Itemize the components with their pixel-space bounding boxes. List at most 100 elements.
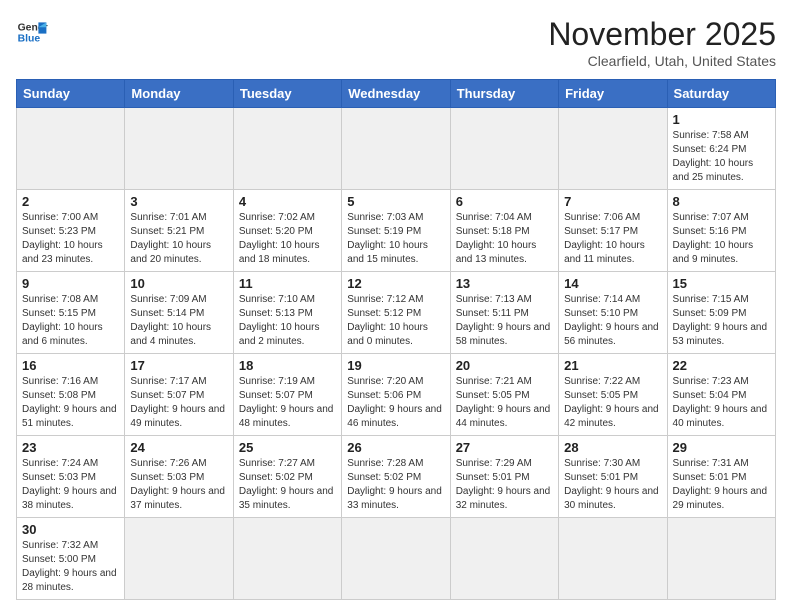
day-number: 18 xyxy=(239,358,336,373)
day-info: Sunrise: 7:15 AM Sunset: 5:09 PM Dayligh… xyxy=(673,293,770,349)
calendar-week-row: 1 Sunrise: 7:58 AM Sunset: 6:24 PM Daylig… xyxy=(17,108,776,190)
day-info: Sunrise: 7:28 AM Sunset: 5:02 PM Dayligh… xyxy=(347,457,444,513)
calendar-subtitle: Clearfield, Utah, United States xyxy=(548,53,776,69)
calendar-cell: 8 Sunrise: 7:07 AM Sunset: 5:16 PM Daylig… xyxy=(667,190,775,272)
calendar-cell: 28Sunrise: 7:30 AM Sunset: 5:01 PM Dayli… xyxy=(559,436,667,518)
calendar-cell: 10 Sunrise: 7:09 AM Sunset: 5:14 PM Dayli… xyxy=(125,272,233,354)
day-number: 27 xyxy=(456,440,553,455)
calendar-cell: 5Sunrise: 7:03 AM Sunset: 5:19 PM Daylig… xyxy=(342,190,450,272)
day-info: Sunrise: 7:07 AM Sunset: 5:16 PM Dayligh… xyxy=(673,211,770,267)
calendar-week-row: 30 Sunrise: 7:32 AM Sunset: 5:00 PM Dayli… xyxy=(17,518,776,600)
day-number: 30 xyxy=(22,522,119,537)
calendar-title: November 2025 xyxy=(548,16,776,53)
day-number: 14 xyxy=(564,276,661,291)
calendar-cell xyxy=(450,108,558,190)
day-number: 29 xyxy=(673,440,770,455)
calendar-week-row: 23 Sunrise: 7:24 AM Sunset: 5:03 PM Dayli… xyxy=(17,436,776,518)
day-number: 1 xyxy=(673,112,770,127)
day-info: Sunrise: 7:31 AM Sunset: 5:01 PM Dayligh… xyxy=(673,457,770,513)
day-info: Sunrise: 7:27 AM Sunset: 5:02 PM Dayligh… xyxy=(239,457,336,513)
day-number: 6 xyxy=(456,194,553,209)
day-number: 25 xyxy=(239,440,336,455)
calendar-cell: 1 Sunrise: 7:58 AM Sunset: 6:24 PM Daylig… xyxy=(667,108,775,190)
calendar-cell: 22 Sunrise: 7:23 AM Sunset: 5:04 PM Dayli… xyxy=(667,354,775,436)
calendar-header-row: SundayMondayTuesdayWednesdayThursdayFrid… xyxy=(17,80,776,108)
calendar-cell: 2 Sunrise: 7:00 AM Sunset: 5:23 PM Daylig… xyxy=(17,190,125,272)
day-info: Sunrise: 7:02 AM Sunset: 5:20 PM Dayligh… xyxy=(239,211,336,267)
day-info: Sunrise: 7:08 AM Sunset: 5:15 PM Dayligh… xyxy=(22,293,119,349)
day-info: Sunrise: 7:26 AM Sunset: 5:03 PM Dayligh… xyxy=(130,457,227,513)
calendar-cell: 26 Sunrise: 7:28 AM Sunset: 5:02 PM Dayli… xyxy=(342,436,450,518)
calendar-cell: 12Sunrise: 7:12 AM Sunset: 5:12 PM Dayli… xyxy=(342,272,450,354)
calendar-cell xyxy=(450,518,558,600)
calendar-week-row: 16Sunrise: 7:16 AM Sunset: 5:08 PM Dayli… xyxy=(17,354,776,436)
day-info: Sunrise: 7:06 AM Sunset: 5:17 PM Dayligh… xyxy=(564,211,661,267)
day-number: 26 xyxy=(347,440,444,455)
day-info: Sunrise: 7:19 AM Sunset: 5:07 PM Dayligh… xyxy=(239,375,336,431)
day-number: 24 xyxy=(130,440,227,455)
calendar-cell: 30 Sunrise: 7:32 AM Sunset: 5:00 PM Dayli… xyxy=(17,518,125,600)
calendar-cell xyxy=(342,108,450,190)
calendar-cell: 25 Sunrise: 7:27 AM Sunset: 5:02 PM Dayli… xyxy=(233,436,341,518)
day-of-week-wednesday: Wednesday xyxy=(342,80,450,108)
day-info: Sunrise: 7:58 AM Sunset: 6:24 PM Dayligh… xyxy=(673,129,770,185)
calendar-cell xyxy=(233,108,341,190)
day-info: Sunrise: 7:09 AM Sunset: 5:14 PM Dayligh… xyxy=(130,293,227,349)
calendar-table: SundayMondayTuesdayWednesdayThursdayFrid… xyxy=(16,79,776,600)
calendar-cell xyxy=(667,518,775,600)
calendar-cell: 24 Sunrise: 7:26 AM Sunset: 5:03 PM Dayli… xyxy=(125,436,233,518)
calendar-cell: 29 Sunrise: 7:31 AM Sunset: 5:01 PM Dayli… xyxy=(667,436,775,518)
calendar-cell: 15Sunrise: 7:15 AM Sunset: 5:09 PM Dayli… xyxy=(667,272,775,354)
day-number: 8 xyxy=(673,194,770,209)
calendar-cell xyxy=(559,108,667,190)
day-of-week-monday: Monday xyxy=(125,80,233,108)
calendar-cell: 4 Sunrise: 7:02 AM Sunset: 5:20 PM Daylig… xyxy=(233,190,341,272)
calendar-cell: 3Sunrise: 7:01 AM Sunset: 5:21 PM Daylig… xyxy=(125,190,233,272)
calendar-cell xyxy=(17,108,125,190)
calendar-cell: 14 Sunrise: 7:14 AM Sunset: 5:10 PM Dayli… xyxy=(559,272,667,354)
day-info: Sunrise: 7:24 AM Sunset: 5:03 PM Dayligh… xyxy=(22,457,119,513)
day-info: Sunrise: 7:13 AM Sunset: 5:11 PM Dayligh… xyxy=(456,293,553,349)
title-area: November 2025 Clearfield, Utah, United S… xyxy=(548,16,776,69)
day-number: 16 xyxy=(22,358,119,373)
day-info: Sunrise: 7:01 AM Sunset: 5:21 PM Dayligh… xyxy=(130,211,227,267)
calendar-cell: 27 Sunrise: 7:29 AM Sunset: 5:01 PM Dayli… xyxy=(450,436,558,518)
calendar-week-row: 2 Sunrise: 7:00 AM Sunset: 5:23 PM Daylig… xyxy=(17,190,776,272)
day-of-week-thursday: Thursday xyxy=(450,80,558,108)
day-number: 11 xyxy=(239,276,336,291)
day-info: Sunrise: 7:29 AM Sunset: 5:01 PM Dayligh… xyxy=(456,457,553,513)
calendar-cell xyxy=(342,518,450,600)
day-number: 2 xyxy=(22,194,119,209)
day-number: 4 xyxy=(239,194,336,209)
calendar-cell: 11 Sunrise: 7:10 AM Sunset: 5:13 PM Dayli… xyxy=(233,272,341,354)
calendar-cell xyxy=(233,518,341,600)
day-info: Sunrise: 7:14 AM Sunset: 5:10 PM Dayligh… xyxy=(564,293,661,349)
calendar-cell: 17Sunrise: 7:17 AM Sunset: 5:07 PM Dayli… xyxy=(125,354,233,436)
calendar-cell: 19Sunrise: 7:20 AM Sunset: 5:06 PM Dayli… xyxy=(342,354,450,436)
day-info: Sunrise: 7:10 AM Sunset: 5:13 PM Dayligh… xyxy=(239,293,336,349)
day-info: Sunrise: 7:32 AM Sunset: 5:00 PM Dayligh… xyxy=(22,539,119,595)
day-info: Sunrise: 7:22 AM Sunset: 5:05 PM Dayligh… xyxy=(564,375,661,431)
calendar-cell: 9 Sunrise: 7:08 AM Sunset: 5:15 PM Daylig… xyxy=(17,272,125,354)
day-number: 22 xyxy=(673,358,770,373)
day-info: Sunrise: 7:04 AM Sunset: 5:18 PM Dayligh… xyxy=(456,211,553,267)
day-number: 21 xyxy=(564,358,661,373)
calendar-cell: 23 Sunrise: 7:24 AM Sunset: 5:03 PM Dayli… xyxy=(17,436,125,518)
day-number: 10 xyxy=(130,276,227,291)
day-number: 5 xyxy=(347,194,444,209)
page-header: General Blue November 2025 Clearfield, U… xyxy=(16,16,776,69)
calendar-cell: 21 Sunrise: 7:22 AM Sunset: 5:05 PM Dayli… xyxy=(559,354,667,436)
svg-text:Blue: Blue xyxy=(18,34,41,45)
day-number: 20 xyxy=(456,358,553,373)
day-info: Sunrise: 7:00 AM Sunset: 5:23 PM Dayligh… xyxy=(22,211,119,267)
calendar-cell: 18 Sunrise: 7:19 AM Sunset: 5:07 PM Dayli… xyxy=(233,354,341,436)
day-of-week-friday: Friday xyxy=(559,80,667,108)
day-info: Sunrise: 7:20 AM Sunset: 5:06 PM Dayligh… xyxy=(347,375,444,431)
day-number: 9 xyxy=(22,276,119,291)
day-of-week-sunday: Sunday xyxy=(17,80,125,108)
day-info: Sunrise: 7:23 AM Sunset: 5:04 PM Dayligh… xyxy=(673,375,770,431)
calendar-cell: 20Sunrise: 7:21 AM Sunset: 5:05 PM Dayli… xyxy=(450,354,558,436)
calendar-cell xyxy=(125,108,233,190)
day-number: 23 xyxy=(22,440,119,455)
calendar-cell xyxy=(559,518,667,600)
